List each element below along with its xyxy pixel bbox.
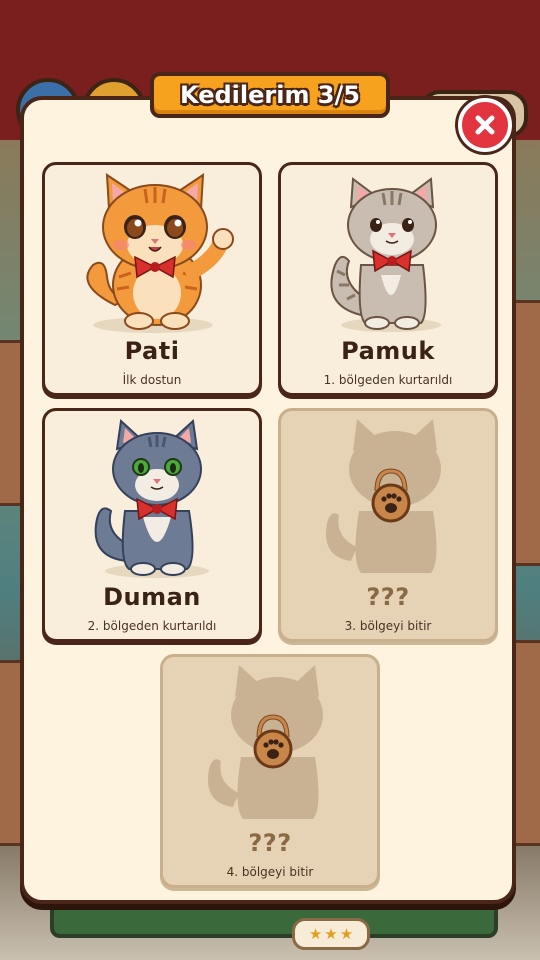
cat-name: Pamuk	[341, 337, 435, 365]
cat-name: Pati	[124, 337, 180, 365]
cat-subtitle: İlk dostun	[122, 373, 182, 387]
close-button[interactable]	[458, 98, 512, 152]
cat-card-locked-1[interactable]: ??? 3. bölgeyi bitir	[278, 408, 498, 642]
locked-cat-silhouette	[326, 419, 441, 573]
cat-card-pati[interactable]: Pati İlk dostun	[42, 162, 262, 396]
cat-card-duman[interactable]: Duman 2. bölgeden kurtarıldı	[42, 408, 262, 642]
cat-subtitle: 1. bölgeden kurtarıldı	[323, 373, 453, 387]
cat-card-locked-2[interactable]: ??? 4. bölgeyi bitir	[160, 654, 380, 888]
cat-subtitle: 2. bölgeden kurtarıldı	[87, 619, 217, 633]
orange-cat-image	[86, 173, 234, 333]
cat-name: ???	[366, 583, 410, 611]
modal-title: Kedilerim 3/5	[180, 81, 360, 109]
star-icon: ★	[308, 925, 323, 943]
modal-title-banner: Kedilerim 3/5	[150, 72, 390, 118]
cat-subtitle: 4. bölgeyi bitir	[226, 865, 314, 879]
cat-card-pamuk[interactable]: Pamuk 1. bölgeden kurtarıldı	[278, 162, 498, 396]
locked-cat-silhouette	[208, 665, 323, 819]
close-icon	[475, 115, 495, 135]
cat-name: ???	[248, 829, 292, 857]
grey-tabby-cat-image	[330, 177, 441, 332]
cat-subtitle: 3. bölgeyi bitir	[344, 619, 432, 633]
star-icon: ★	[324, 925, 338, 943]
blue-grey-cat-image	[94, 418, 209, 578]
star-icon: ★	[339, 925, 354, 943]
cat-name: Duman	[103, 583, 201, 611]
level-stars: ★ ★ ★	[292, 918, 370, 950]
